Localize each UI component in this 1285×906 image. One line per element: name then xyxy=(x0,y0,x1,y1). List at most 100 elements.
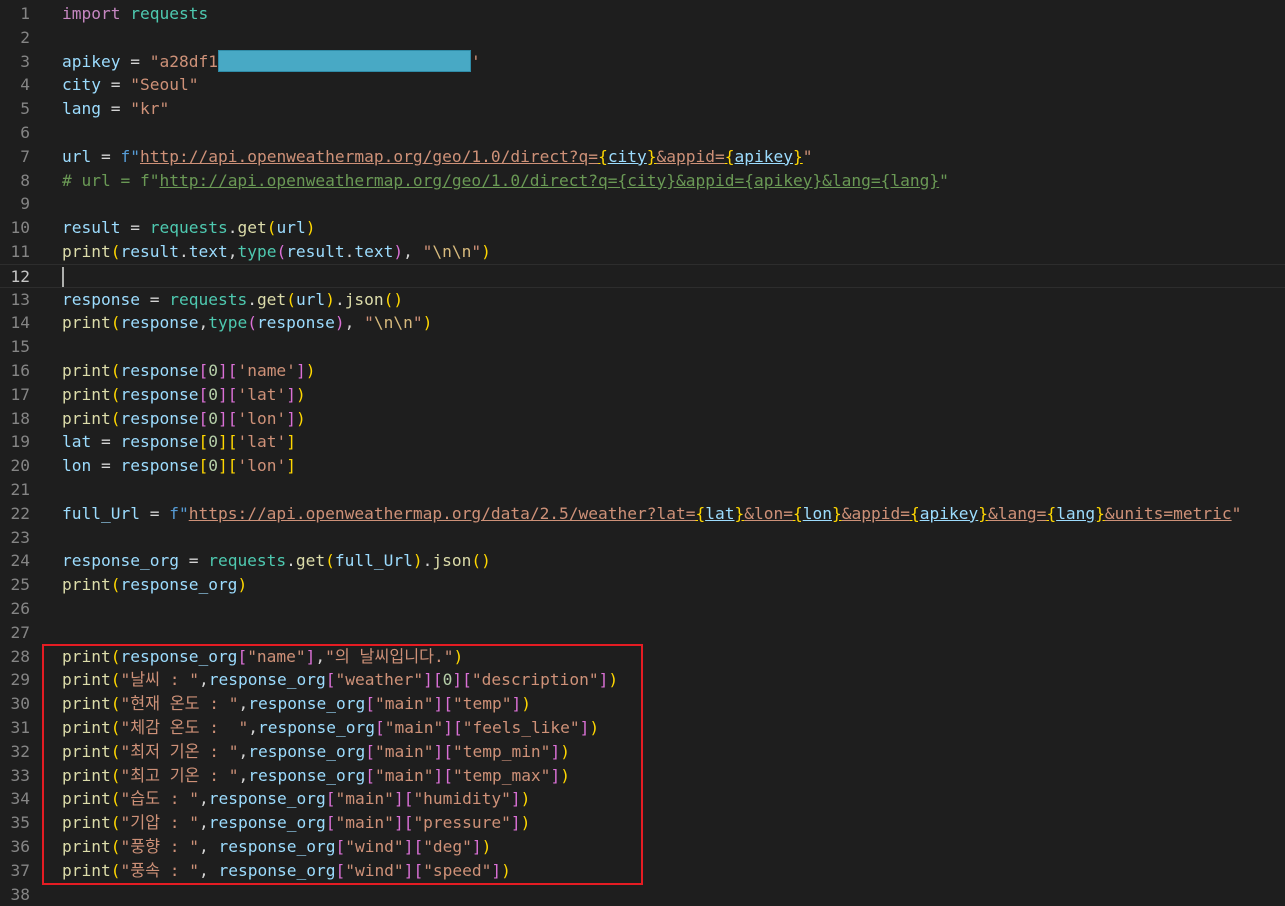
line-code: print(response_org) xyxy=(62,573,247,597)
code-line[interactable]: 24 response_org = requests.get(full_Url).… xyxy=(0,549,1285,573)
token: ] xyxy=(295,361,306,380)
line-number: 11 xyxy=(10,242,31,261)
code-line[interactable]: 3 apikey = "a28df1 ' xyxy=(0,49,1285,74)
code-line[interactable]: 23 xyxy=(0,526,1285,550)
code-line[interactable]: 7 url = f"http://api.openweathermap.org/g… xyxy=(0,145,1285,169)
token: . xyxy=(422,551,433,571)
token: 'name' xyxy=(237,361,296,380)
line-code: full_Url = f"https://api.openweathermap.… xyxy=(62,502,1241,526)
line-number: 13 xyxy=(10,289,31,309)
line-number: 29 xyxy=(10,670,31,690)
line-number: 28 xyxy=(10,646,31,666)
token: " xyxy=(802,146,813,166)
code-line[interactable]: 26 xyxy=(0,597,1285,621)
token: 0 xyxy=(208,361,218,380)
line-code: print(response[0]['lat']) xyxy=(62,383,306,407)
code-line[interactable]: 25 print(response_org) xyxy=(0,573,1285,597)
line-number: 5 xyxy=(20,99,30,119)
token: ] xyxy=(217,432,228,452)
token: . xyxy=(227,218,238,238)
line-number: 36 xyxy=(10,837,31,856)
token: &appid= xyxy=(841,503,910,523)
line-number: 8 xyxy=(20,170,30,190)
code-line[interactable]: 1 import requests xyxy=(0,2,1285,26)
token: [ xyxy=(227,361,238,380)
code-editor[interactable]: 1 import requests 2 3 apikey = "a28df1 ' 4 city… xyxy=(0,0,1285,904)
token: "a28df1 xyxy=(149,51,218,71)
token: response xyxy=(120,408,199,428)
token: response xyxy=(120,313,199,333)
line-number: 10 xyxy=(10,218,31,238)
token: [ xyxy=(198,384,209,404)
token: [ xyxy=(198,432,209,452)
code-line[interactable]: 10 result = requests.get(url) xyxy=(0,216,1285,240)
token: lat xyxy=(705,503,735,523)
line-number: 22 xyxy=(10,503,31,523)
token: text xyxy=(188,242,228,261)
token: ] xyxy=(217,384,228,404)
token: get xyxy=(256,289,287,309)
line-number: 27 xyxy=(10,622,31,642)
token: &appid= xyxy=(656,146,725,166)
token: city xyxy=(607,146,647,166)
line-code: # url = f"http://api.openweathermap.org/… xyxy=(62,169,949,193)
code-line[interactable]: 19 lat = response[0]['lat'] xyxy=(0,430,1285,454)
token: { xyxy=(724,146,735,166)
token: [ xyxy=(198,456,209,476)
line-number: 18 xyxy=(10,408,31,428)
token: ( xyxy=(276,242,287,261)
token: lon xyxy=(802,503,832,523)
token: response_org xyxy=(62,551,179,571)
token: print xyxy=(62,313,111,333)
token: response xyxy=(256,313,335,333)
token: 'lon' xyxy=(237,408,287,428)
code-line[interactable]: 18 print(response[0]['lon']) xyxy=(0,407,1285,431)
token: = xyxy=(91,456,121,476)
token: ) xyxy=(334,313,345,333)
token: " xyxy=(412,313,423,333)
code-line[interactable]: 9 xyxy=(0,192,1285,216)
token: result xyxy=(286,242,345,261)
line-number: 35 xyxy=(10,813,31,833)
token: ] xyxy=(286,432,296,452)
token: full_Url xyxy=(334,551,413,571)
code-line[interactable]: 5 lang = "kr" xyxy=(0,97,1285,121)
token: ] xyxy=(217,408,228,428)
token: &lon= xyxy=(744,503,793,523)
code-line[interactable]: 8 # url = f"http://api.openweathermap.org… xyxy=(0,169,1285,193)
code-line[interactable]: 20 lon = response[0]['lon'] xyxy=(0,454,1285,478)
line-number: 1 xyxy=(20,4,30,23)
line-code: lon = response[0]['lon'] xyxy=(62,454,296,478)
token: . xyxy=(286,551,296,571)
token: . xyxy=(178,242,189,261)
token: ( xyxy=(325,551,335,571)
code-line[interactable]: 2 xyxy=(0,26,1285,50)
code-line[interactable]: 11 print(result.text,type(result.text), "… xyxy=(0,240,1285,264)
line-code: url = f"http://api.openweathermap.org/ge… xyxy=(62,145,813,169)
code-line[interactable]: 12 xyxy=(0,263,1285,288)
code-line[interactable]: 6 xyxy=(0,121,1285,145)
code-line[interactable]: 38 xyxy=(0,883,1285,906)
code-line[interactable]: 21 xyxy=(0,478,1285,502)
token: 'lat' xyxy=(237,432,287,452)
token: 0 xyxy=(208,432,218,452)
line-number: 12 xyxy=(10,266,31,286)
code-line[interactable]: 4 city = "Seoul" xyxy=(0,73,1285,97)
token: url xyxy=(276,218,306,238)
token: lat xyxy=(62,432,92,452)
code-line[interactable]: 15 xyxy=(0,335,1285,359)
code-line[interactable]: 17 print(response[0]['lat']) xyxy=(0,383,1285,407)
token: ) xyxy=(295,408,306,428)
code-line[interactable]: 16 print(response[0]['name']) xyxy=(0,359,1285,383)
code-line[interactable]: 14 print(response,type(response), "\n\n") xyxy=(0,311,1285,335)
code-line[interactable]: 13 response = requests.get(url).json() xyxy=(0,288,1285,312)
code-line[interactable]: 22 full_Url = f"https://api.openweatherma… xyxy=(0,502,1285,526)
line-code: response_org = requests.get(full_Url).js… xyxy=(62,549,491,573)
code-line[interactable]: 27 xyxy=(0,621,1285,645)
token: , xyxy=(344,313,365,333)
token: = xyxy=(100,75,131,95)
token: json xyxy=(344,289,384,309)
token: , xyxy=(227,242,238,261)
line-number: 34 xyxy=(10,789,31,809)
